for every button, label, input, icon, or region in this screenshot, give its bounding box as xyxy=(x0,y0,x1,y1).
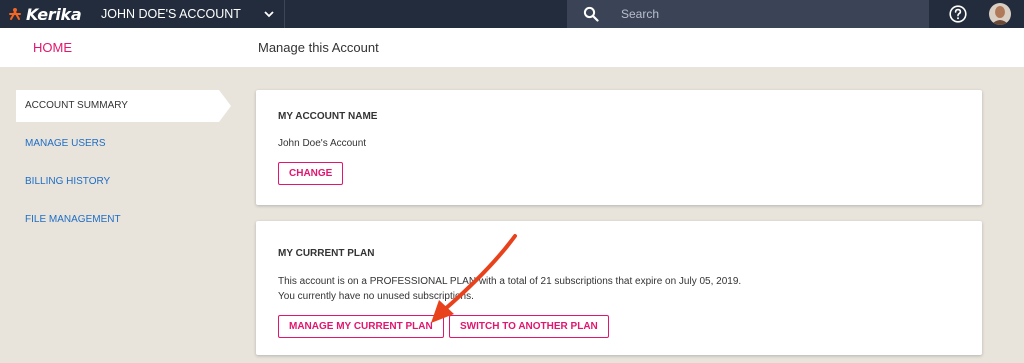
plan-description: This account is on a PROFESSIONAL PLAN w… xyxy=(278,276,742,287)
help-icon[interactable] xyxy=(949,5,967,23)
topbar-divider xyxy=(284,0,285,28)
page-title: Manage this Account xyxy=(258,40,379,55)
sidebar-item-label: ACCOUNT SUMMARY xyxy=(25,100,128,111)
search-input[interactable] xyxy=(621,0,911,28)
account-name-value: John Doe's Account xyxy=(278,138,367,149)
logo-text: Kerika xyxy=(26,4,82,24)
current-plan-heading: MY CURRENT PLAN xyxy=(278,248,375,259)
change-button[interactable]: CHANGE xyxy=(278,162,344,185)
kerika-logo-icon xyxy=(9,8,21,20)
sidebar-item-billing-history[interactable]: BILLING HISTORY xyxy=(25,176,110,187)
page-header: HOME Manage this Account xyxy=(0,28,1024,67)
current-plan-card: MY CURRENT PLAN This account is on a PRO… xyxy=(256,221,982,355)
manage-current-plan-button[interactable]: MANAGE MY CURRENT PLAN xyxy=(278,315,444,338)
search-icon[interactable] xyxy=(583,6,599,22)
switch-plan-button[interactable]: SWITCH TO ANOTHER PLAN xyxy=(449,315,609,338)
kerika-logo[interactable]: Kerika xyxy=(8,4,82,24)
sidebar-item-account-summary[interactable]: ACCOUNT SUMMARY xyxy=(16,90,231,122)
search-box xyxy=(567,0,929,28)
account-name-heading: MY ACCOUNT NAME xyxy=(278,111,378,122)
sidebar-item-file-management[interactable]: FILE MANAGEMENT xyxy=(25,214,121,225)
chevron-down-icon[interactable] xyxy=(262,8,276,20)
unused-subscriptions-text: You currently have no unused subscriptio… xyxy=(278,291,474,302)
user-avatar[interactable] xyxy=(989,3,1011,25)
sidebar-item-manage-users[interactable]: MANAGE USERS xyxy=(25,138,106,149)
account-switcher[interactable]: JOHN DOE'S ACCOUNT xyxy=(101,0,241,28)
top-navigation-bar: Kerika JOHN DOE'S ACCOUNT xyxy=(0,0,1024,28)
account-name-card: MY ACCOUNT NAME John Doe's Account CHANG… xyxy=(256,90,982,205)
home-link[interactable]: HOME xyxy=(33,28,72,67)
